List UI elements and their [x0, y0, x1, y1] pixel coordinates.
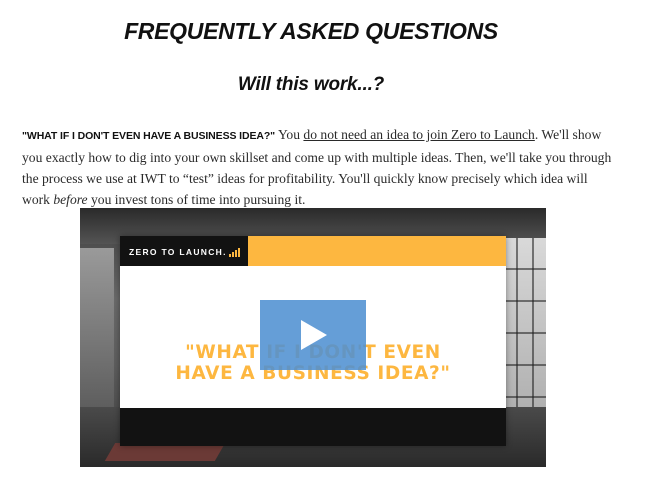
logo-text: ZERO TO LAUNCH. — [129, 247, 227, 257]
zero-to-launch-logo: ZERO TO LAUNCH. — [120, 236, 248, 266]
answer-text-3: you invest tons of time into pursuing it… — [87, 192, 306, 207]
section-subtitle: Will this work...? — [237, 74, 385, 95]
video-player[interactable]: ZERO TO LAUNCH. "WHAT IF I DON'T EVEN HA… — [80, 208, 546, 467]
video-background-window-left — [80, 248, 114, 418]
faq-question: "WHAT IF I DON'T EVEN HAVE A BUSINESS ID… — [22, 130, 276, 142]
answer-text-1: You — [275, 127, 304, 142]
page-title: FREQUENTLY ASKED QUESTIONS — [124, 18, 498, 44]
bars-icon — [228, 247, 241, 257]
title-card-footer — [120, 408, 506, 446]
play-button[interactable] — [260, 300, 366, 370]
answer-emphasis: before — [53, 192, 88, 207]
play-icon — [301, 320, 327, 350]
faq-answer: "WHAT IF I DON'T EVEN HAVE A BUSINESS ID… — [22, 124, 612, 210]
zero-to-launch-link[interactable]: do not need an idea to join Zero to Laun… — [303, 127, 534, 142]
